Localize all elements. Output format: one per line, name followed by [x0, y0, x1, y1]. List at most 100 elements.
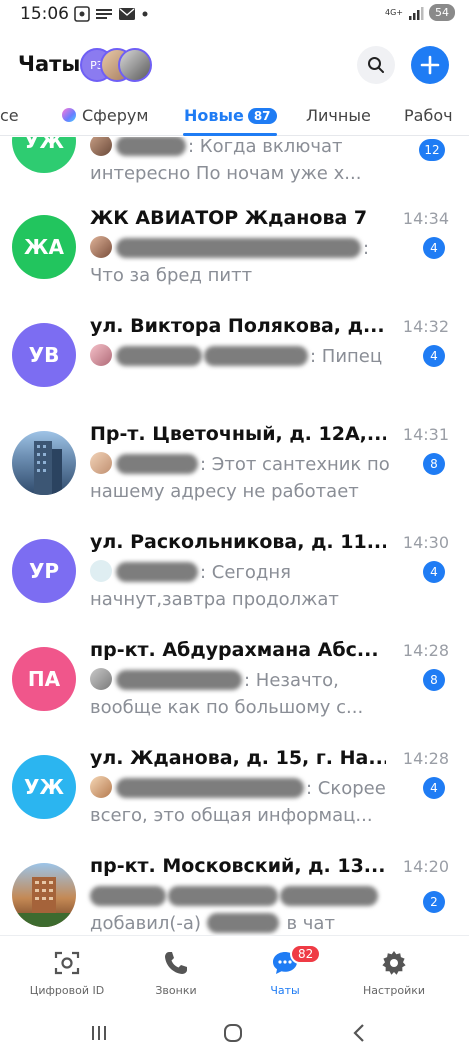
chat-list[interactable]: УЖ : Когда включат интересно По ночам уж…	[0, 137, 469, 935]
redacted-sender	[116, 137, 186, 156]
screenshot-icon	[74, 6, 90, 22]
chat-avatar	[12, 431, 76, 495]
tab-new[interactable]: Новые 87	[184, 106, 277, 125]
search-icon	[368, 57, 384, 73]
chat-row[interactable]: ЖА ЖК АВИАТОР Жданова 7 14:34 : Что за б…	[0, 207, 469, 315]
system-navigation	[0, 1013, 469, 1052]
home-icon	[224, 1024, 242, 1042]
chat-preview: : Пипец	[90, 343, 390, 370]
unread-badge: 12	[419, 139, 445, 161]
chat-avatar: УР	[12, 539, 76, 603]
chat-row[interactable]: пр-кт. Московский, д. 13... 14:20 добави…	[0, 855, 469, 935]
chat-name: ул. Раскольникова, д. 11...	[90, 531, 386, 553]
notes-icon	[96, 9, 112, 19]
home-button[interactable]	[218, 1021, 248, 1045]
redacted-sender	[116, 778, 304, 798]
tab-label: Личные	[306, 106, 371, 125]
nav-digital-id[interactable]: Цифровой ID	[12, 948, 122, 997]
tab-label: Новые	[184, 106, 244, 125]
new-chat-button[interactable]	[411, 46, 449, 84]
redacted-sender	[90, 886, 166, 906]
sender-avatar	[90, 668, 112, 690]
chat-preview: добавил(-а) в чат	[90, 883, 390, 935]
sender-avatar	[90, 344, 112, 366]
status-time: 15:06	[20, 4, 69, 24]
redacted-sender	[116, 670, 242, 690]
mail-icon	[119, 8, 135, 20]
redacted-sender	[116, 346, 202, 366]
chat-avatar: ЖА	[12, 215, 76, 279]
sender-avatar	[90, 236, 112, 258]
chat-name: пр-кт. Московский, д. 13...	[90, 855, 386, 877]
search-button[interactable]	[357, 46, 395, 84]
redacted-sender	[116, 238, 361, 258]
chat-avatar: УВ	[12, 323, 76, 387]
nav-settings[interactable]: Настройки	[339, 948, 449, 997]
building-photo-icon	[34, 441, 62, 495]
status-bar: 15:06 4G+ 54	[0, 0, 469, 30]
folder-tabs: се Сферум Новые 87 Личные Рабоч	[0, 98, 469, 136]
chat-avatar: УЖ	[12, 755, 76, 819]
chat-row[interactable]: ПА пр-кт. Абдурахмана Абс... 14:28 : Нез…	[0, 639, 469, 747]
chat-name: Пр-т. Цветочный, д. 12А,...	[90, 423, 386, 445]
tab-label: Рабоч	[404, 106, 453, 125]
tab-all[interactable]: се	[0, 106, 19, 125]
phone-icon	[165, 952, 187, 974]
chat-time: 14:31	[402, 425, 449, 444]
redacted-sender	[116, 562, 198, 582]
chat-row[interactable]: УР ул. Раскольникова, д. 11... 14:30 : С…	[0, 531, 469, 639]
sender-avatar	[90, 137, 112, 156]
recents-button[interactable]	[84, 1021, 114, 1045]
nav-chats[interactable]: 82 Чаты	[230, 944, 340, 997]
redacted-sender	[204, 346, 308, 366]
tab-indicator	[183, 133, 277, 136]
chat-row[interactable]: УЖ ул. Жданова, д. 15, г. На... 14:28 : …	[0, 747, 469, 855]
avatar-stack[interactable]: РЗ	[80, 48, 152, 84]
chat-preview: : Скорее всего, это общая информац...	[90, 776, 386, 826]
tab-work[interactable]: Рабоч	[404, 106, 453, 125]
chat-name: ул. Жданова, д. 15, г. На...	[90, 747, 386, 769]
tab-label: се	[0, 106, 19, 125]
unread-badge: 4	[423, 777, 445, 799]
tab-badge: 87	[247, 108, 277, 124]
chats-badge: 82	[290, 944, 322, 964]
chat-time: 14:30	[402, 533, 449, 552]
chat-row[interactable]: УЖ : Когда включат интересно По ночам уж…	[0, 137, 469, 211]
unread-badge: 4	[423, 345, 445, 367]
battery-icon: 54	[429, 4, 455, 21]
unread-badge: 2	[423, 891, 445, 913]
nav-label: Настройки	[362, 984, 426, 997]
network-label: 4G+	[385, 7, 403, 17]
redacted-sender	[280, 886, 378, 906]
unread-badge: 8	[423, 453, 445, 475]
gear-icon	[382, 951, 406, 975]
chat-row[interactable]: УВ ул. Виктора Полякова, д.... 14:32 : П…	[0, 315, 469, 423]
building-photo-icon	[12, 877, 76, 927]
page-title: Чаты	[18, 52, 81, 76]
nav-label: Цифровой ID	[29, 984, 105, 997]
chat-time: 14:28	[402, 749, 449, 768]
plus-icon	[420, 55, 440, 75]
chat-row[interactable]: Пр-т. Цветочный, д. 12А,... 14:31 : Этот…	[0, 423, 469, 531]
header: Чаты РЗ	[0, 40, 469, 96]
chat-preview: : Что за бред питт	[90, 236, 370, 286]
redacted-sender	[116, 454, 198, 474]
chat-name: ул. Виктора Полякова, д....	[90, 315, 386, 337]
tab-personal[interactable]: Личные	[306, 106, 371, 125]
avatar	[118, 48, 152, 82]
chat-avatar: УЖ	[12, 137, 76, 173]
chat-time: 14:34	[402, 209, 449, 228]
digital-id-icon	[54, 951, 80, 975]
tab-sferum[interactable]: Сферум	[62, 106, 148, 125]
unread-badge: 4	[423, 237, 445, 259]
chat-avatar: ПА	[12, 647, 76, 711]
back-button[interactable]	[344, 1021, 374, 1045]
chat-name: пр-кт. Абдурахмана Абс...	[90, 639, 379, 661]
chat-preview: : Когда включат интересно По ночам уже х…	[90, 137, 390, 187]
chat-preview: : Незачто, вообще как по большому с...	[90, 668, 364, 718]
nav-calls[interactable]: Звонки	[121, 948, 231, 997]
chat-name: ЖК АВИАТОР Жданова 7	[90, 207, 368, 229]
unread-badge: 8	[423, 669, 445, 691]
chat-time: 14:20	[402, 857, 449, 876]
recents-icon	[92, 1026, 106, 1040]
